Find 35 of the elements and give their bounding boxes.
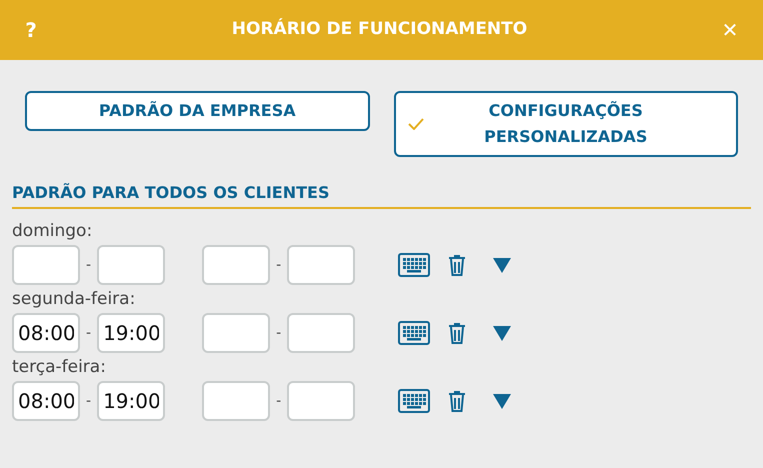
time-field[interactable] (202, 313, 270, 353)
time-field[interactable]: 08:00 (12, 313, 80, 353)
keyboard-icon[interactable] (398, 389, 430, 413)
window-title: HORÁRIO DE FUNCIONAMENTO (232, 17, 528, 42)
time-field[interactable]: 08:00 (12, 381, 80, 421)
time-field[interactable] (202, 245, 270, 285)
dropdown-triangle-icon[interactable] (493, 394, 512, 408)
time-field[interactable]: 19:00 (97, 381, 166, 421)
range-dash: - (86, 324, 92, 342)
trash-icon[interactable] (448, 322, 466, 344)
mode-button[interactable]: CONFIGURAÇÕES PERSONALIZADAS (394, 91, 738, 157)
keyboard-icon[interactable] (398, 253, 430, 277)
keyboard-icon[interactable] (398, 321, 430, 345)
time-field[interactable] (97, 245, 166, 285)
dropdown-triangle-icon[interactable] (493, 326, 512, 340)
trash-icon[interactable] (448, 390, 466, 412)
check-icon (408, 118, 424, 130)
mode-button[interactable]: PADRÃO DA EMPRESA (25, 91, 370, 131)
range-dash: - (86, 256, 92, 274)
time-field[interactable] (12, 245, 80, 285)
time-field[interactable] (202, 381, 270, 421)
day-label: domingo: (12, 220, 94, 243)
range-dash: - (276, 256, 282, 274)
time-field[interactable] (287, 245, 356, 285)
day-label: segunda-feira: (12, 288, 136, 311)
dropdown-triangle-icon[interactable] (493, 258, 512, 272)
trash-icon[interactable] (448, 254, 466, 276)
range-dash: - (86, 392, 92, 410)
day-label: terça-feira: (12, 356, 107, 379)
time-field[interactable] (287, 381, 356, 421)
time-field[interactable]: 19:00 (97, 313, 166, 353)
section-title: PADRÃO PARA TODOS OS CLIENTES (12, 183, 330, 202)
range-dash: - (276, 324, 282, 342)
time-field[interactable] (287, 313, 356, 353)
range-dash: - (276, 392, 282, 410)
